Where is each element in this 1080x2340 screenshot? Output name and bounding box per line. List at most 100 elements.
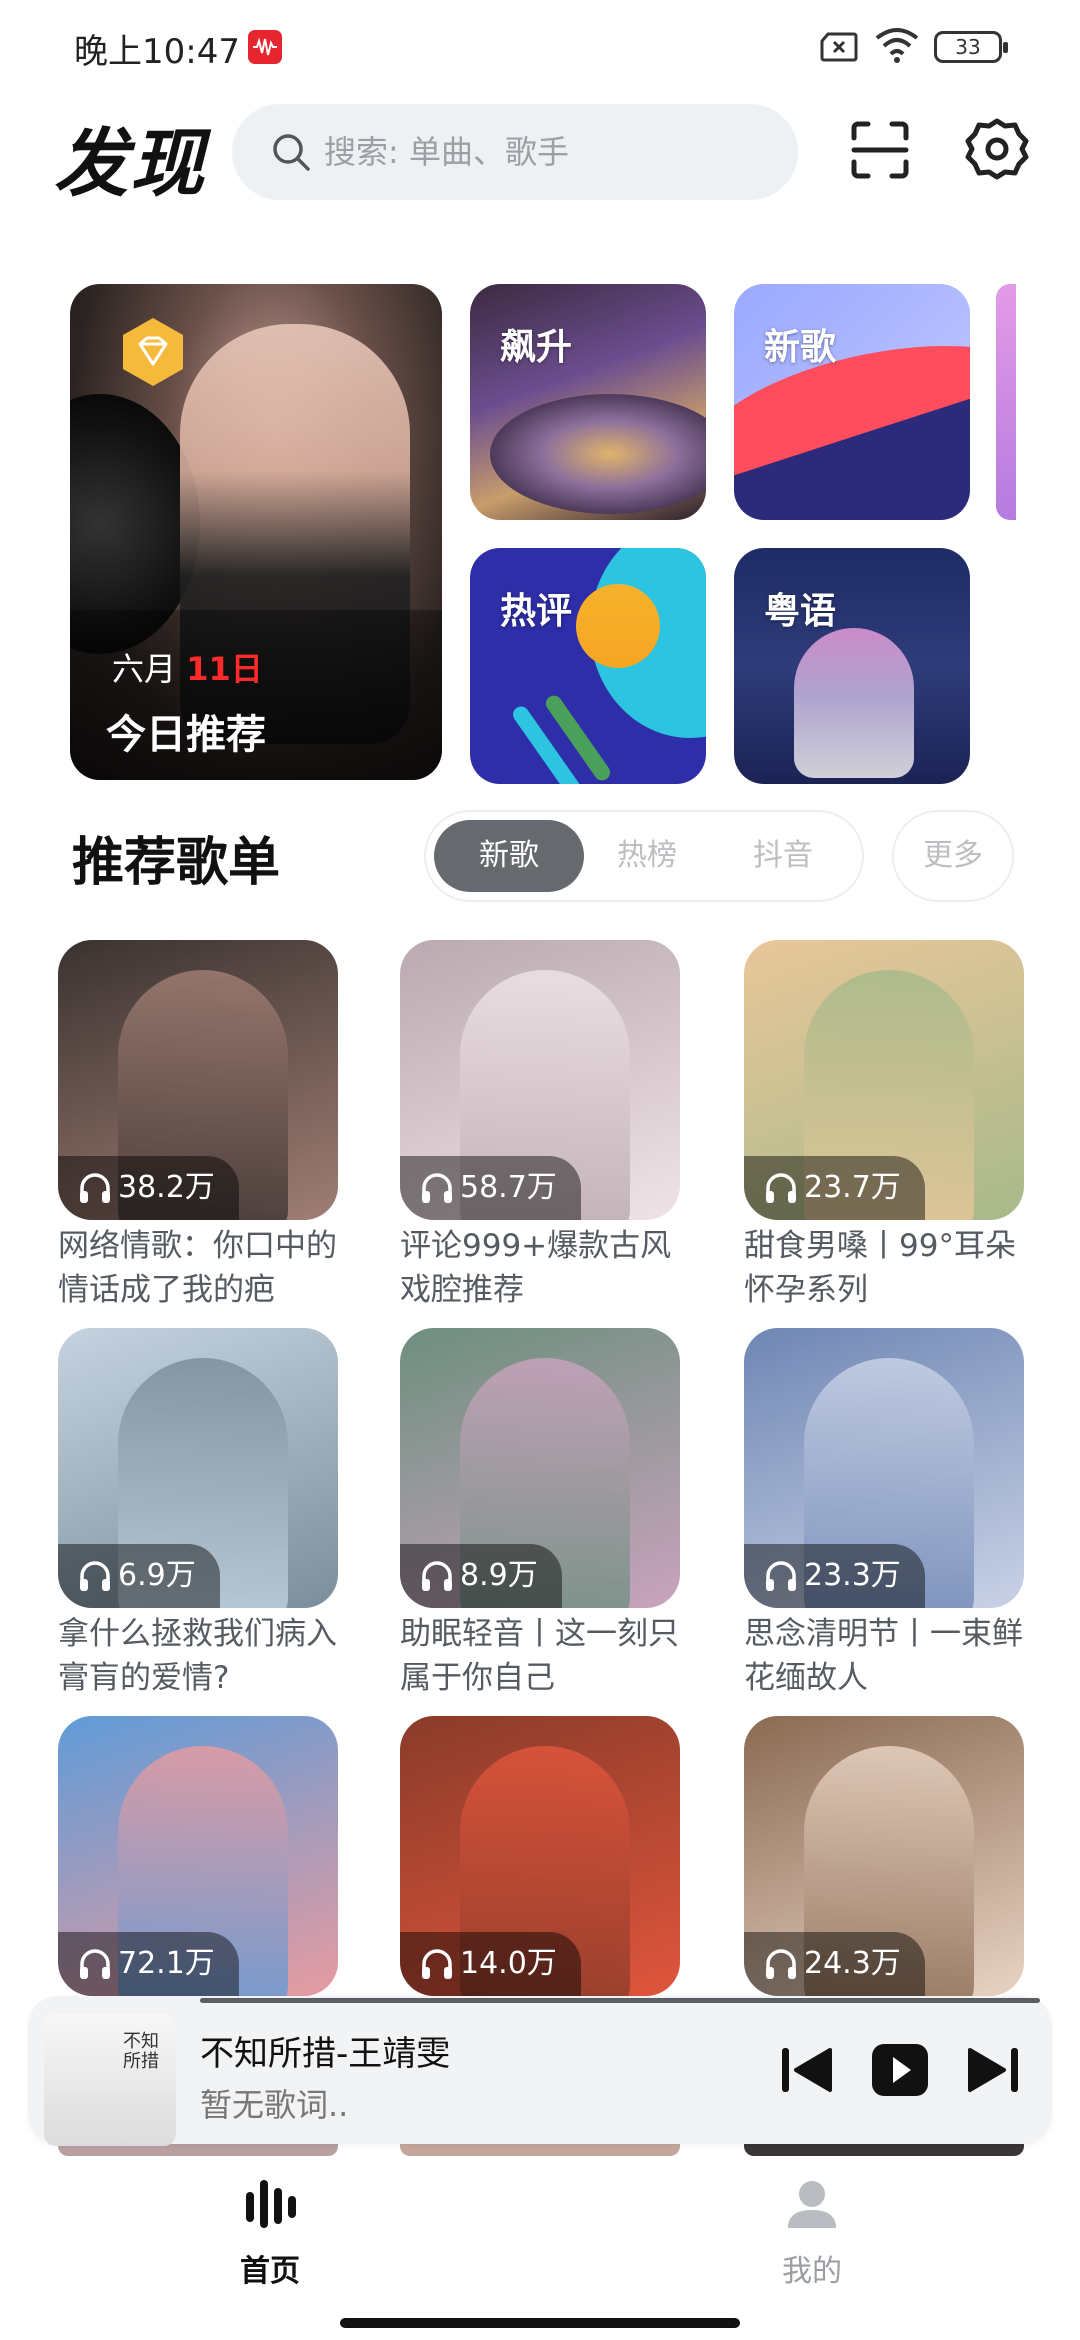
gear-icon[interactable]	[964, 116, 1030, 186]
playlist-card[interactable]: 6.9万拿什么拯救我们病入膏肓的爱情?	[58, 1328, 338, 1700]
headphones-icon	[422, 1173, 452, 1203]
play-count-badge: 14.0万	[400, 1932, 581, 1996]
playlist-card[interactable]: 23.7万甜食男嗓丨99°耳朵怀孕系列	[744, 940, 1024, 1312]
headphones-icon	[766, 1173, 796, 1203]
user-icon	[788, 2181, 836, 2228]
play-icon[interactable]	[870, 2042, 930, 2102]
search-input[interactable]	[324, 104, 774, 200]
hero-day: 11日	[186, 650, 263, 688]
tab-douyin[interactable]: 抖音	[708, 820, 858, 892]
playlist-card[interactable]: 72.1万	[58, 1716, 338, 1996]
play-count-badge: 72.1万	[58, 1932, 239, 1996]
play-count-badge: 24.3万	[744, 1932, 925, 1996]
playback-progress[interactable]	[200, 1998, 1040, 2003]
playlist-cover[interactable]: 14.0万	[400, 1716, 680, 1996]
play-count-badge: 58.7万	[400, 1156, 581, 1220]
headphones-icon	[422, 1949, 452, 1979]
playlist-card[interactable]: 8.9万助眠轻音丨这一刻只属于你自己	[400, 1328, 680, 1700]
playlist-title: 拿什么拯救我们病入膏肓的爱情?	[58, 1616, 337, 1696]
mini-player[interactable]: 不知所措 不知所措-王靖雯 暂无歌词..	[28, 1996, 1052, 2146]
headphones-icon	[766, 1949, 796, 1979]
headphones-icon	[80, 1561, 110, 1591]
nav-home-label: 首页	[240, 2254, 300, 2289]
playlist-cover[interactable]: 24.3万	[744, 1716, 1024, 1996]
headphones-icon	[80, 1949, 110, 1979]
section-title: 推荐歌单	[72, 833, 281, 893]
playlist-cover[interactable]: 6.9万	[58, 1328, 338, 1608]
home-indicator[interactable]	[340, 2318, 740, 2328]
play-count: 24.3万	[804, 1946, 901, 1981]
playlist-title: 甜食男嗓丨99°耳朵怀孕系列	[744, 1228, 1016, 1308]
tile-label: 新歌	[764, 327, 837, 368]
playlist-peek	[400, 2144, 680, 2156]
nav-mine-label: 我的	[782, 2254, 842, 2289]
search-bar[interactable]	[232, 104, 798, 200]
nav-mine[interactable]: 我的	[712, 2176, 912, 2290]
playlist-title: 助眠轻音丨这一刻只属于你自己	[400, 1616, 679, 1696]
hero-date: 六月 11日	[112, 644, 263, 690]
tile-label: 热评	[500, 591, 573, 632]
tile-hot-comments[interactable]: 热评	[470, 548, 706, 784]
tab-hot[interactable]: 热榜	[572, 820, 722, 892]
playlist-cover[interactable]: 8.9万	[400, 1328, 680, 1608]
status-time: 晚上10:47	[74, 32, 240, 72]
play-count-badge: 38.2万	[58, 1156, 239, 1220]
playlist-cover[interactable]: 58.7万	[400, 940, 680, 1220]
playlist-cover[interactable]: 38.2万	[58, 940, 338, 1220]
playlist-cover[interactable]: 23.7万	[744, 940, 1024, 1220]
playlist-card[interactable]: 38.2万网络情歌：你口中的情话成了我的疤	[58, 940, 338, 1312]
tile-next-peek[interactable]	[996, 284, 1016, 520]
no-sim-icon	[820, 32, 858, 66]
previous-icon[interactable]	[776, 2042, 836, 2102]
search-icon	[270, 131, 312, 177]
play-count: 72.1万	[118, 1946, 215, 1981]
playlist-title: 网络情歌：你口中的情话成了我的疤	[58, 1228, 337, 1308]
play-count-badge: 23.3万	[744, 1544, 925, 1608]
playlist-card[interactable]: 23.3万思念清明节丨一束鲜花缅故人	[744, 1328, 1024, 1700]
battery-indicator: 33	[934, 31, 1008, 63]
playlist-cover[interactable]: 72.1万	[58, 1716, 338, 1996]
play-count: 8.9万	[460, 1558, 538, 1593]
cover-text: 不知所措	[123, 2031, 159, 2072]
play-count: 6.9万	[118, 1558, 196, 1593]
nav-home[interactable]: 首页	[170, 2176, 370, 2290]
headphones-icon	[766, 1561, 796, 1591]
album-cover[interactable]: 不知所措	[44, 2014, 176, 2146]
wifi-icon	[874, 26, 920, 68]
play-count-badge: 8.9万	[400, 1544, 562, 1608]
tile-label: 飙升	[500, 327, 573, 368]
playlist-card[interactable]: 14.0万	[400, 1716, 680, 1996]
tab-new[interactable]: 新歌	[434, 820, 584, 892]
playlist-title: 思念清明节丨一束鲜花缅故人	[744, 1616, 1023, 1696]
playlist-peek	[744, 2144, 1024, 2156]
headphones-icon	[80, 1173, 110, 1203]
recording-icon	[248, 30, 282, 64]
status-bar: 晚上10:47 33	[0, 0, 1080, 90]
play-count: 23.3万	[804, 1558, 901, 1593]
playlist-card[interactable]: 24.3万	[744, 1716, 1024, 1996]
song-title: 不知所措-王靖雯	[200, 2034, 451, 2074]
playlist-cover[interactable]: 23.3万	[744, 1328, 1024, 1608]
scan-icon[interactable]	[848, 118, 912, 186]
play-count: 58.7万	[460, 1170, 557, 1205]
more-button[interactable]: 更多	[892, 810, 1014, 902]
bottom-nav: 首页 我的	[0, 2156, 1080, 2340]
diamond-icon	[123, 318, 183, 386]
tile-cantonese[interactable]: 粤语	[734, 548, 970, 784]
headphones-icon	[422, 1561, 452, 1591]
tile-rising-chart[interactable]: 飙升	[470, 284, 706, 520]
playlist-tabs: 新歌 热榜 抖音	[424, 810, 864, 902]
next-icon[interactable]	[964, 2042, 1024, 2102]
play-count: 23.7万	[804, 1170, 901, 1205]
page-title: 发现	[54, 121, 206, 207]
equalizer-icon	[246, 2180, 296, 2228]
tile-label: 粤语	[764, 591, 837, 632]
play-count: 38.2万	[118, 1170, 215, 1205]
hero-month: 六月	[112, 650, 177, 688]
playlist-card[interactable]: 58.7万评论999+爆款古风戏腔推荐	[400, 940, 680, 1312]
tile-new-songs[interactable]: 新歌	[734, 284, 970, 520]
playlist-title: 评论999+爆款古风戏腔推荐	[400, 1228, 672, 1308]
daily-recommend-label: 今日推荐	[106, 712, 266, 758]
lyrics-text: 暂无歌词..	[200, 2086, 349, 2124]
play-count-badge: 6.9万	[58, 1544, 220, 1608]
